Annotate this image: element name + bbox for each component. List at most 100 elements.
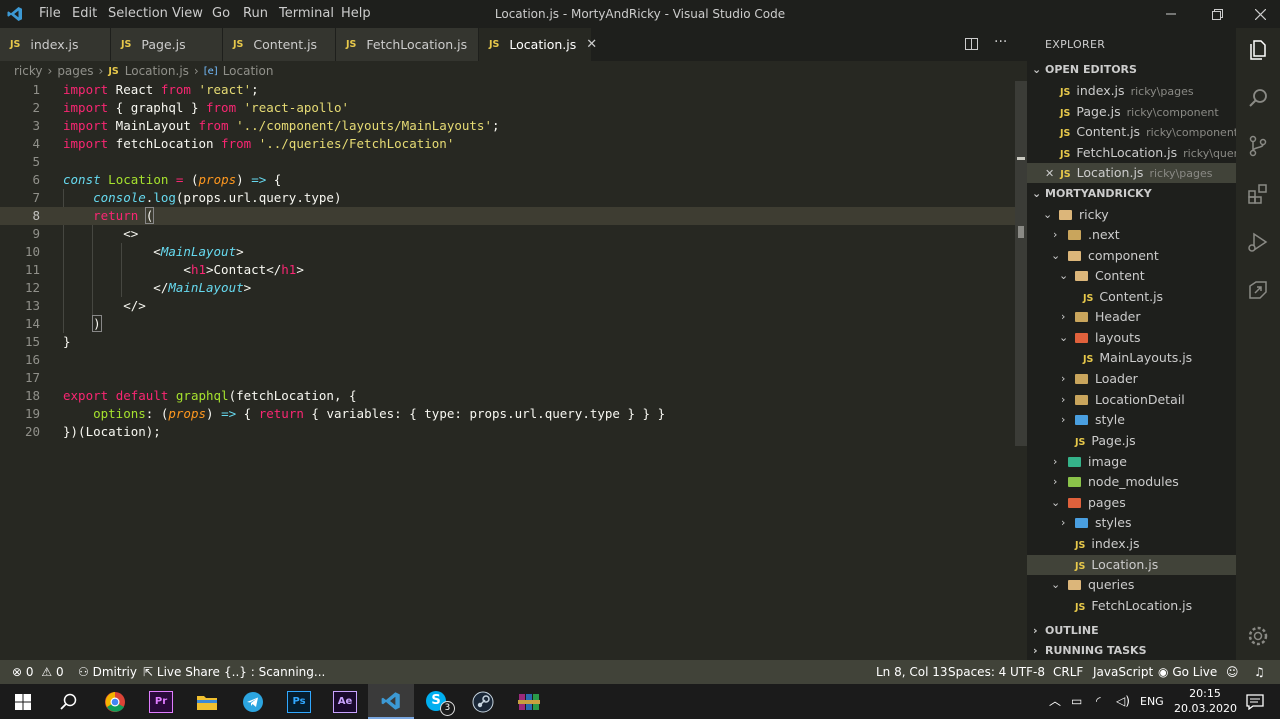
code-line[interactable]: 16 xyxy=(0,351,1015,369)
close-tab-icon[interactable]: ✕ xyxy=(586,37,597,52)
close-window-button[interactable] xyxy=(1237,0,1280,28)
code-line[interactable]: 3 import MainLayout from '../component/la… xyxy=(0,117,1015,135)
extensions-icon[interactable] xyxy=(1236,172,1280,216)
cursor-position[interactable]: Ln 8, Col 13 xyxy=(876,660,948,684)
tree-folder-styles[interactable]: › styles xyxy=(1027,513,1236,533)
open-editor-item-active[interactable]: ✕ JS Location.js ricky\pages xyxy=(1027,163,1236,183)
tree-file-content-js[interactable]: JS Content.js xyxy=(1027,287,1236,307)
running-tasks-section[interactable]: › RUNNING TASKS xyxy=(1027,641,1236,660)
tab-content-js[interactable]: JS Content.js xyxy=(223,28,336,61)
encoding-status[interactable]: UTF-8 xyxy=(1010,660,1045,684)
gear-icon[interactable] xyxy=(1236,614,1280,658)
open-editors-section[interactable]: ⌄ OPEN EDITORS xyxy=(1027,60,1236,80)
code-line[interactable]: 9 <> xyxy=(0,225,1015,243)
premiere-icon[interactable]: Pr xyxy=(138,684,184,719)
tree-folder-pages[interactable]: ⌄ pages xyxy=(1027,493,1236,513)
tree-file-fetchlocation-js[interactable]: JS FetchLocation.js xyxy=(1027,596,1236,616)
tree-file-location-js[interactable]: JS Location.js xyxy=(1027,555,1236,575)
live-share-icon[interactable] xyxy=(1236,268,1280,312)
open-editor-item[interactable]: JS index.js ricky\pages xyxy=(1027,81,1236,101)
tree-folder-locationdetail[interactable]: › LocationDetail xyxy=(1027,390,1236,410)
scanning-status[interactable]: {..} : Scanning... xyxy=(224,660,325,684)
after-effects-icon[interactable]: Ae xyxy=(322,684,368,719)
tray-chevron-up-icon[interactable]: ︿ xyxy=(1049,684,1061,719)
notifications-bell-icon[interactable]: ♫ xyxy=(1254,660,1265,684)
breadcrumb-item[interactable]: ricky xyxy=(14,64,43,78)
tree-folder-style[interactable]: › style xyxy=(1027,410,1236,430)
tree-file-mainlayouts-js[interactable]: JS MainLayouts.js xyxy=(1027,348,1236,368)
windows-start-icon[interactable] xyxy=(0,684,46,719)
open-editor-item[interactable]: JS Content.js ricky\component\... xyxy=(1027,122,1236,142)
feedback-icon[interactable]: ☺ xyxy=(1226,660,1239,684)
winrar-icon[interactable] xyxy=(506,684,552,719)
wifi-icon[interactable]: ◜ xyxy=(1096,684,1101,719)
code-line[interactable]: 19 options: (props) => { return { variab… xyxy=(0,405,1015,423)
code-line[interactable]: 15} xyxy=(0,333,1015,351)
explorer-icon[interactable] xyxy=(1236,28,1280,72)
code-line[interactable]: 2 import { graphql } from 'react-apollo' xyxy=(0,99,1015,117)
open-editor-item[interactable]: JS FetchLocation.js ricky\queries xyxy=(1027,143,1236,163)
vscode-taskbar-icon[interactable] xyxy=(368,684,414,719)
code-line[interactable]: 1 import React from 'react'; xyxy=(0,81,1015,99)
outline-section[interactable]: › OUTLINE xyxy=(1027,621,1236,641)
tab-index-js[interactable]: JS index.js xyxy=(0,28,111,61)
tree-folder-next[interactable]: › .next xyxy=(1027,225,1236,245)
eol-status[interactable]: CRLF xyxy=(1053,660,1083,684)
chrome-icon[interactable] xyxy=(92,684,138,719)
breadcrumb-file[interactable]: Location.js xyxy=(125,64,189,78)
user-indicator[interactable]: ⚇ Dmitriy xyxy=(78,660,137,684)
breadcrumb-item[interactable]: pages xyxy=(57,64,93,78)
breadcrumb-symbol[interactable]: Location xyxy=(223,64,274,78)
action-center-icon[interactable] xyxy=(1232,684,1278,719)
tree-folder-component[interactable]: ⌄ component xyxy=(1027,246,1236,266)
code-line[interactable]: 5 xyxy=(0,153,1015,171)
tree-folder-content[interactable]: ⌄ Content xyxy=(1027,266,1236,286)
project-section[interactable]: ⌄ MORTYANDRICKY xyxy=(1027,184,1236,204)
file-explorer-icon[interactable] xyxy=(184,684,230,719)
volume-icon[interactable]: ◁) xyxy=(1116,684,1130,719)
photoshop-icon[interactable]: Ps xyxy=(276,684,322,719)
battery-icon[interactable]: ▭ xyxy=(1071,684,1082,719)
code-line[interactable]: 6 const Location = (props) => { xyxy=(0,171,1015,189)
source-control-icon[interactable] xyxy=(1236,124,1280,168)
tab-fetchlocation-js[interactable]: JS FetchLocation.js xyxy=(336,28,479,61)
tree-folder-layouts[interactable]: ⌄ layouts xyxy=(1027,328,1236,348)
taskbar-search-icon[interactable] xyxy=(46,684,92,719)
code-line[interactable]: 18 export default graphql(fetchLocation, … xyxy=(0,387,1015,405)
editor-scrollbar[interactable] xyxy=(1015,81,1027,446)
code-line[interactable]: 13 </> xyxy=(0,297,1015,315)
tree-folder-image[interactable]: › image xyxy=(1027,452,1236,472)
code-editor[interactable]: 1 import React from 'react'; 2 import { gr… xyxy=(0,81,1027,660)
language-mode[interactable]: JavaScript xyxy=(1093,660,1153,684)
tab-page-js[interactable]: JS Page.js xyxy=(111,28,223,61)
tree-folder-node-modules[interactable]: › node_modules xyxy=(1027,472,1236,492)
run-debug-icon[interactable] xyxy=(1236,220,1280,264)
skype-icon[interactable]: S 3 xyxy=(414,684,460,719)
problems-indicator[interactable]: ⊗ 0 ⚠ 0 xyxy=(12,660,64,684)
go-live-button[interactable]: ◉ Go Live xyxy=(1158,660,1217,684)
code-line[interactable]: 4 import fetchLocation from '../queries/F… xyxy=(0,135,1015,153)
input-language[interactable]: ENG xyxy=(1140,684,1164,719)
tree-folder-header[interactable]: › Header xyxy=(1027,307,1236,327)
steam-icon[interactable] xyxy=(460,684,506,719)
tree-file-page-js[interactable]: JS Page.js xyxy=(1027,431,1236,451)
code-line[interactable]: 12 </MainLayout> xyxy=(0,279,1015,297)
tree-folder-ricky[interactable]: ⌄ ricky xyxy=(1027,205,1236,225)
code-line[interactable]: 11 <h1>Contact</h1> xyxy=(0,261,1015,279)
tree-file-index-js[interactable]: JS index.js xyxy=(1027,534,1236,554)
telegram-icon[interactable] xyxy=(230,684,276,719)
tree-folder-loader[interactable]: › Loader xyxy=(1027,369,1236,389)
close-icon[interactable]: ✕ xyxy=(1045,167,1054,180)
clock[interactable]: 20:15 20.03.2020 xyxy=(1174,684,1237,719)
code-line[interactable]: 14 ) xyxy=(0,315,1015,333)
more-actions-icon[interactable]: ··· xyxy=(994,34,1007,50)
code-line[interactable]: 20})(Location); xyxy=(0,423,1015,441)
code-line[interactable]: 17 xyxy=(0,369,1015,387)
indentation-status[interactable]: Spaces: 4 xyxy=(948,660,1006,684)
open-editor-item[interactable]: JS Page.js ricky\component xyxy=(1027,102,1236,122)
search-icon[interactable] xyxy=(1236,76,1280,120)
code-line[interactable]: 7 console.log(props.url.query.type) xyxy=(0,189,1015,207)
tab-location-js[interactable]: JS Location.js ✕ xyxy=(479,28,597,61)
split-editor-icon[interactable] xyxy=(964,36,980,52)
live-share-button[interactable]: ⇱ Live Share xyxy=(143,660,220,684)
